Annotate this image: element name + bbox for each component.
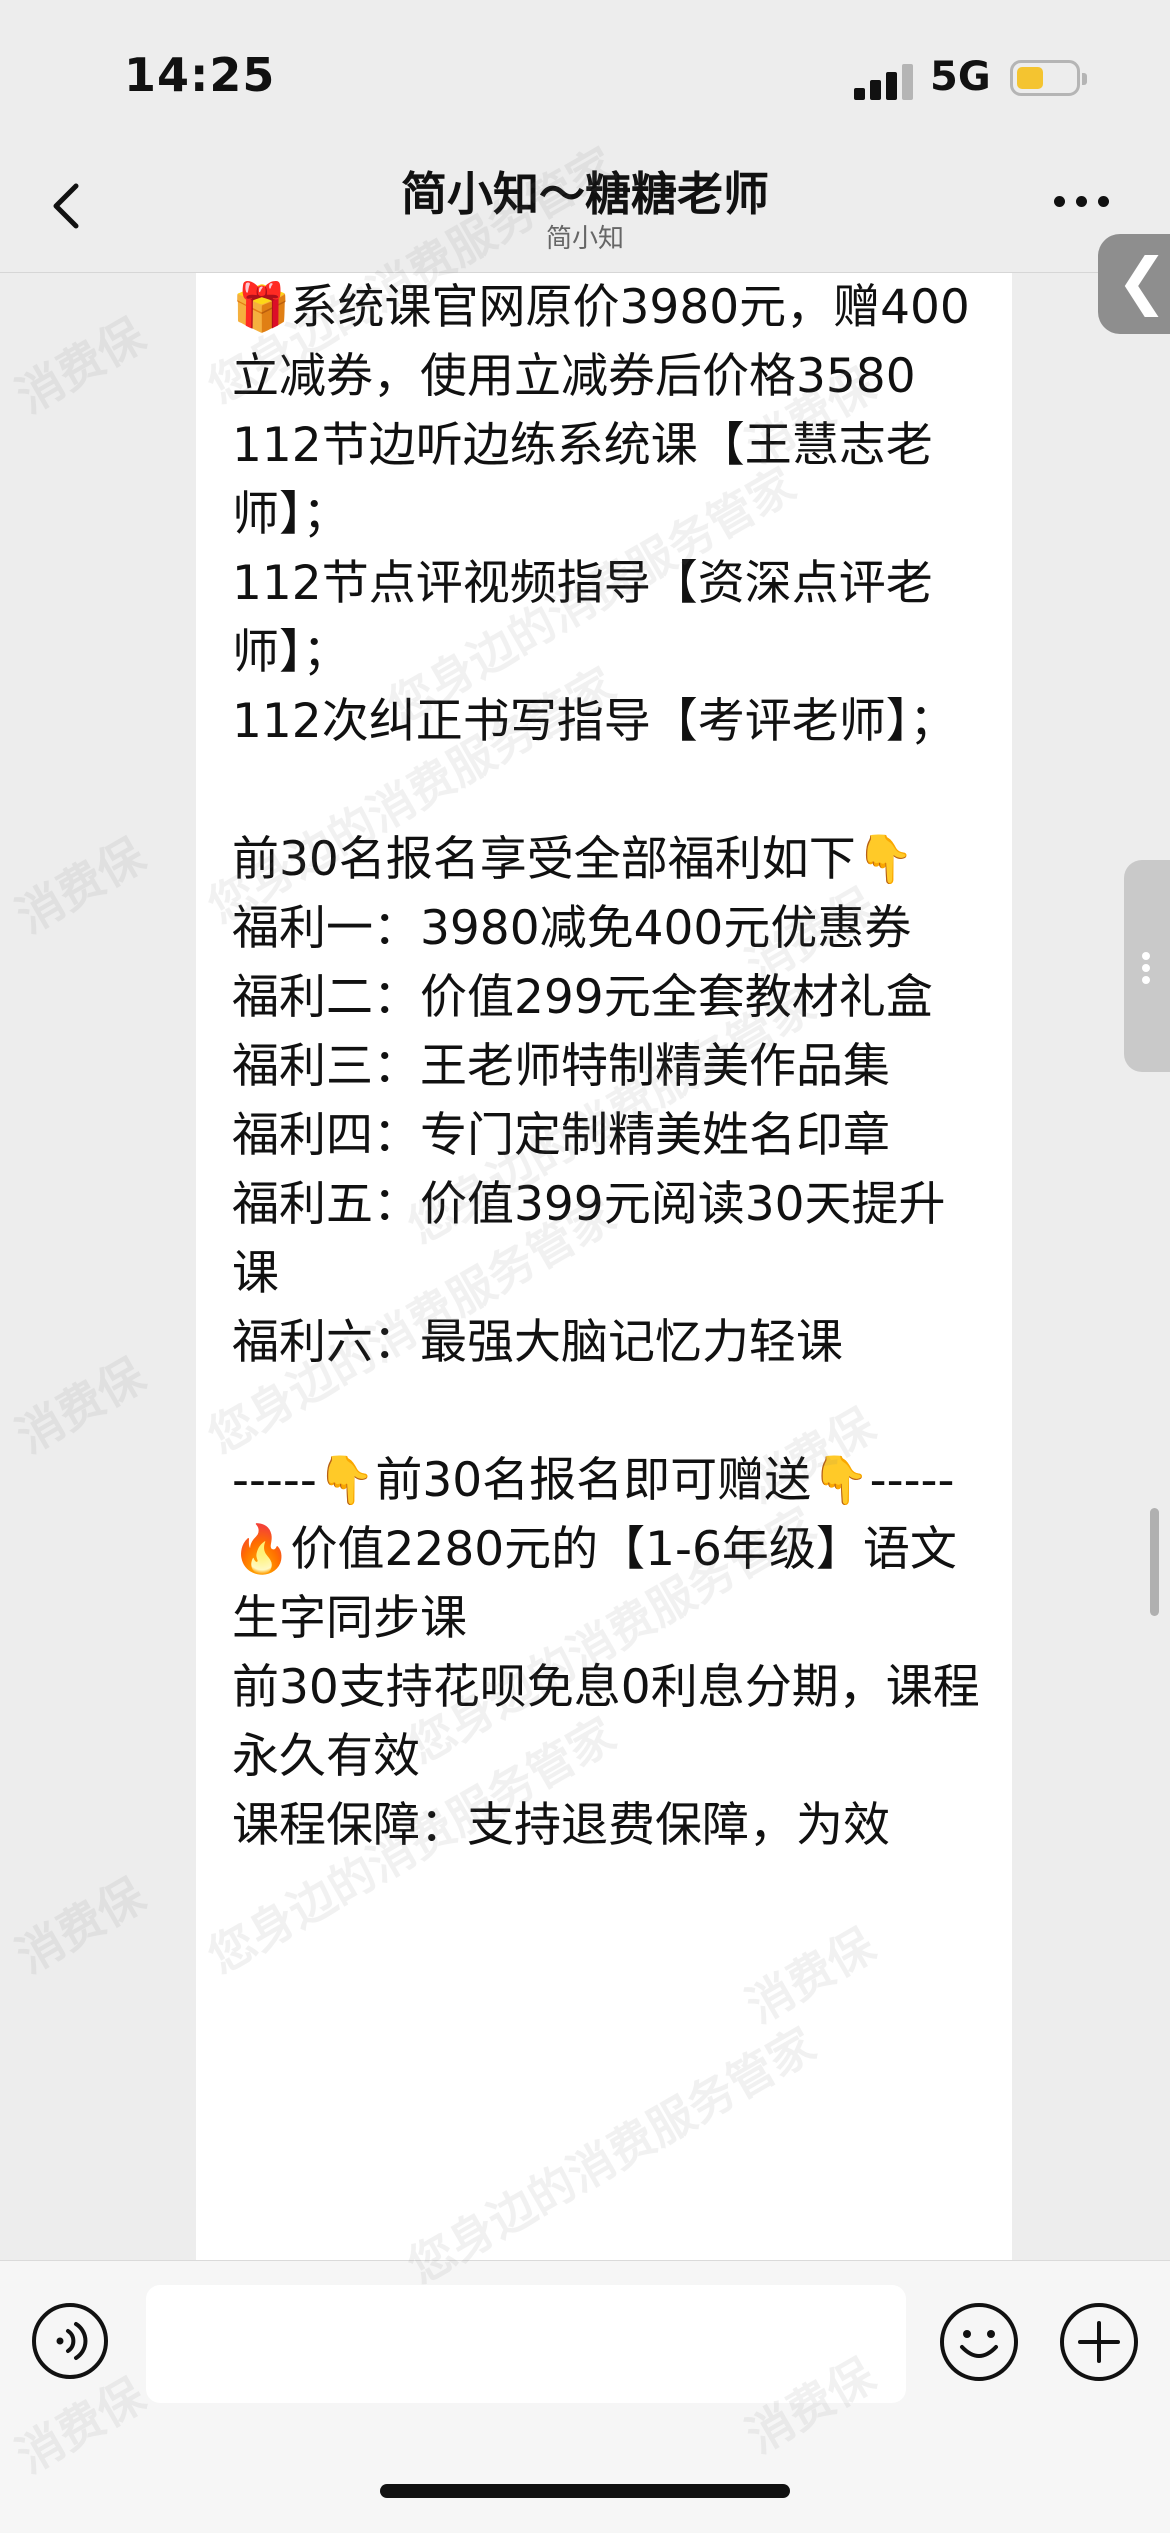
battery-icon <box>1010 60 1087 96</box>
more-dots-icon[interactable] <box>1054 196 1114 212</box>
scrollbar[interactable] <box>1150 1508 1159 1616</box>
status-bar: 14:25 5G <box>0 0 1170 150</box>
home-indicator <box>380 2484 790 2498</box>
message-input[interactable] <box>146 2285 906 2403</box>
status-time: 14:25 <box>124 48 276 102</box>
plus-icon[interactable] <box>1058 2301 1140 2383</box>
chat-header: 简小知～糖糖老师 简小知 <box>0 150 1170 273</box>
message-text: 🎁系统课官网原价3980元，赠400立减券，使用立减券后价格3580 112节边… <box>232 280 980 1853</box>
signal-icon <box>854 60 914 100</box>
chat-area[interactable]: 🎁系统课官网原价3980元，赠400立减券，使用立减券后价格3580 112节边… <box>0 273 1170 2260</box>
side-handle[interactable] <box>1124 860 1170 1072</box>
chat-title: 简小知～糖糖老师 <box>401 167 769 221</box>
emoji-icon[interactable] <box>938 2301 1020 2383</box>
chevron-left-icon: ❮ <box>1116 244 1168 317</box>
chat-subtitle: 简小知 <box>545 224 624 254</box>
message-bubble[interactable]: 🎁系统课官网原价3980元，赠400立减券，使用立减券后价格3580 112节边… <box>196 273 1012 2260</box>
voice-icon[interactable] <box>30 2301 110 2381</box>
side-collapse-tab[interactable]: ❮ <box>1098 234 1170 334</box>
network-type: 5G <box>930 54 991 100</box>
